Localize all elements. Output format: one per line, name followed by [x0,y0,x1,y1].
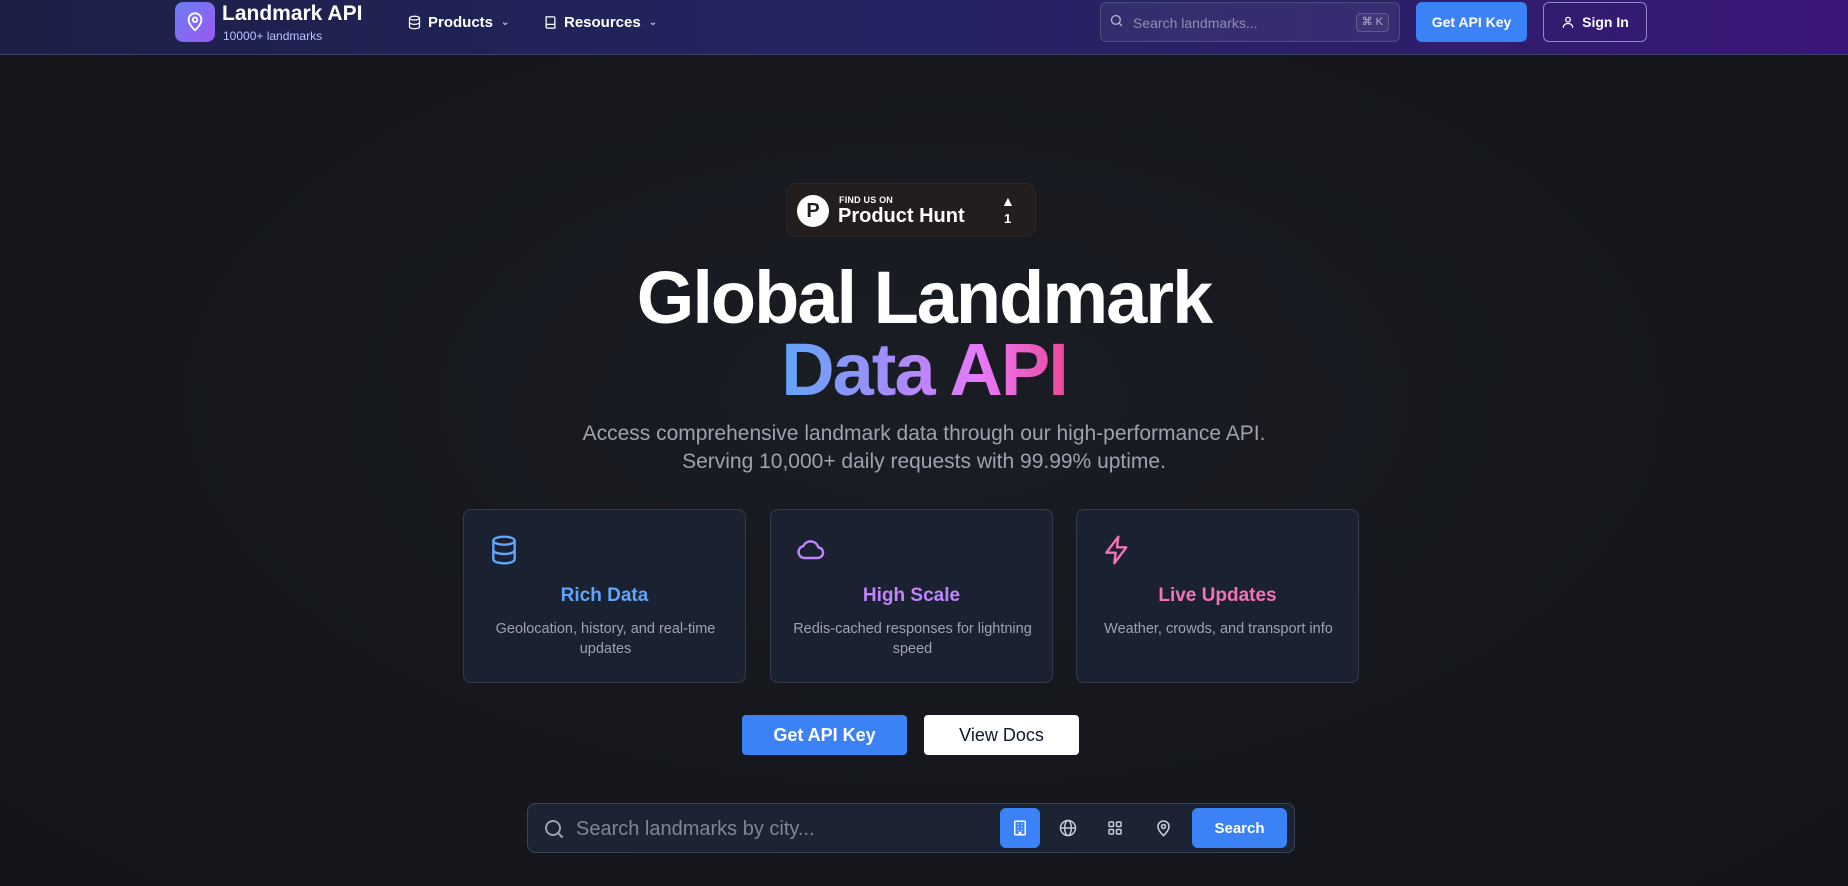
landmark-search-bar: Search [527,803,1295,853]
logo[interactable] [175,2,215,42]
search-icon [545,820,563,838]
filter-location-button[interactable] [1143,808,1183,848]
filter-grid-button[interactable] [1095,808,1135,848]
feature-description: Weather, crowds, and transport info [1104,621,1333,637]
hero-title-gradient: Data API [781,328,1069,411]
book-icon [545,15,556,29]
map-pin-icon [187,12,203,32]
search-button[interactable]: Search [1192,808,1287,848]
city-search-input[interactable] [576,816,976,842]
search-shortcut-badge: ⌘ K [1355,13,1389,32]
feature-card-high-scale: High Scale Redis-cached responses for li… [770,509,1053,683]
product-hunt-logo-icon: P [797,195,829,227]
view-docs-button[interactable]: View Docs [924,715,1079,755]
database-icon [408,15,421,29]
cloud-icon [797,540,825,560]
top-navbar: Landmark API 10000+ landmarks Products ⌄… [0,0,1848,55]
grid-icon [1108,821,1122,835]
cta-get-api-key-button[interactable]: Get API Key [742,715,907,755]
feature-description: Redis-cached responses for lightning spe… [793,621,1032,657]
search-icon [1110,14,1123,27]
get-api-key-button[interactable]: Get API Key [1416,2,1527,42]
brand-title[interactable]: Landmark API [222,2,362,26]
upvote-count: 1 [1004,211,1012,226]
feature-card-live-updates: Live Updates Weather, crowds, and transp… [1076,509,1359,683]
product-hunt-small-text: FIND US ON [839,195,894,205]
feature-description: Geolocation, history, and real-time upda… [495,621,716,657]
hero-title-line2: Data API [0,328,1848,412]
chevron-down-icon: ⌄ [501,16,510,28]
nav-menu-products[interactable]: Products ⌄ [407,12,509,32]
nav-menu-resources[interactable]: Resources ⌄ [543,12,657,32]
header-search-input[interactable] [1133,11,1333,35]
sign-in-button[interactable]: Sign In [1543,2,1647,42]
chevron-down-icon: ⌄ [648,16,658,28]
header-search[interactable]: ⌘ K [1100,2,1400,42]
nav-menu-label: Products [428,13,494,31]
building-icon [1014,820,1026,836]
map-pin-icon [1156,819,1170,837]
database-icon [492,535,516,565]
feature-title: Rich Data [560,585,649,606]
product-hunt-title: Product Hunt [838,205,965,227]
brand-subtitle: 10000+ landmarks [223,29,323,43]
upvote-arrow-icon: ▲ [1001,193,1015,209]
sign-in-label: Sign In [1582,14,1629,30]
feature-title: High Scale [862,585,961,606]
nav-menu-label: Resources [564,13,641,31]
filter-globe-button[interactable] [1048,808,1088,848]
feature-card-rich-data: Rich Data Geolocation, history, and real… [463,509,746,683]
hero-subtitle: Access comprehensive landmark data throu… [582,422,1266,473]
globe-icon [1059,819,1077,837]
feature-title: Live Updates [1158,585,1277,606]
user-icon [1562,16,1574,28]
product-hunt-badge[interactable]: P FIND US ON Product Hunt ▲ 1 [786,183,1036,237]
filter-building-button[interactable] [1000,808,1040,848]
lightning-icon [1105,535,1128,565]
